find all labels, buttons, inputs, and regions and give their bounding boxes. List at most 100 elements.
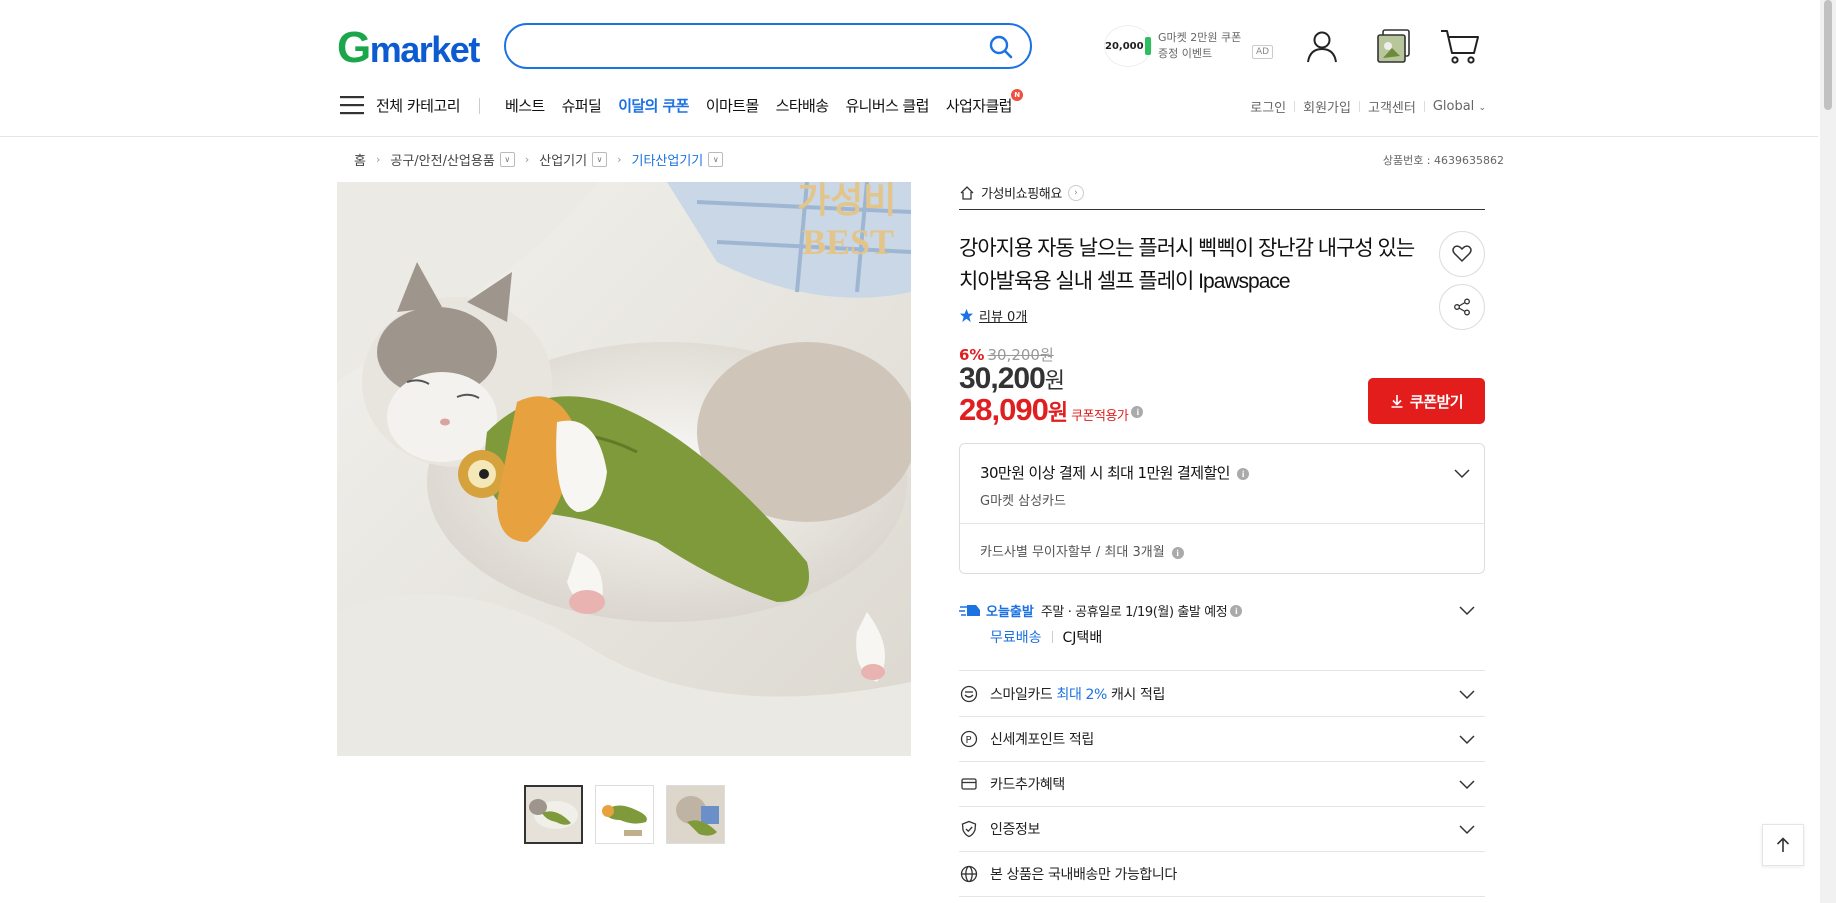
share-button[interactable] xyxy=(1439,284,1485,330)
info-icon[interactable]: i xyxy=(1236,467,1249,480)
nav-item-emart-mall[interactable]: 이마트몰 xyxy=(706,95,759,116)
card-discount-text: 30만원 이상 결제 시 최대 1만원 결제할인 i xyxy=(980,462,1249,483)
thumbnail-list xyxy=(524,785,725,844)
breadcrumb-category-2[interactable]: 산업기기 xyxy=(539,150,587,169)
search-bar xyxy=(504,23,1032,69)
dropdown-toggle-icon[interactable]: ∨ xyxy=(499,152,515,167)
card-extra-benefit-row[interactable]: 카드추가혜택 xyxy=(959,762,1485,807)
review-count: 리뷰 0개 xyxy=(979,310,1028,325)
today-dispatch: 오늘출발 주말 · 공휴일로 1/19(월) 출발 예정 i xyxy=(959,601,1243,620)
star-icon xyxy=(959,308,974,323)
certification-row[interactable]: 인증정보 xyxy=(959,807,1485,852)
promo-banner[interactable]: 20,000 G마켓 2만원 쿠폰 증정 이벤트 AD xyxy=(1104,22,1274,70)
thumbnail-1[interactable] xyxy=(524,785,583,844)
product-main-image[interactable]: 가성비 BEST xyxy=(337,182,911,756)
nav-item-superdeal[interactable]: 슈퍼딜 xyxy=(562,95,602,116)
card-name: G마켓 삼성카드 xyxy=(980,494,1066,509)
thumbnail-2[interactable] xyxy=(595,785,654,844)
promo-text: G마켓 2만원 쿠폰 증정 이벤트 xyxy=(1158,31,1242,60)
ad-badge: AD xyxy=(1252,45,1274,59)
image-caption-2: BEST xyxy=(802,222,894,262)
free-shipping: 무료배송 xyxy=(990,630,1042,646)
utility-links: 로그인 회원가입 고객센터 Global ⌄ xyxy=(1250,97,1486,116)
smile-card-text: 스마일카드 최대 2% 캐시 적립 xyxy=(990,687,1165,703)
today-dispatch-tag: 오늘출발 xyxy=(986,605,1034,620)
info-icon[interactable]: i xyxy=(1171,546,1184,559)
favorite-button[interactable] xyxy=(1439,231,1485,277)
user-icon[interactable] xyxy=(1302,26,1342,66)
chevron-right-icon: › xyxy=(375,153,381,166)
chevron-down-icon xyxy=(1459,780,1475,790)
nav-item-monthly-coupon[interactable]: 이달의 쿠폰 xyxy=(618,95,689,116)
promo-coupon-badge: 20,000 xyxy=(1104,25,1152,67)
dropdown-toggle-icon[interactable]: ∨ xyxy=(592,152,608,167)
get-coupon-button[interactable]: 쿠폰받기 xyxy=(1368,378,1485,424)
customer-center-link[interactable]: 고객센터 xyxy=(1368,97,1416,116)
info-icon[interactable]: i xyxy=(1131,405,1144,418)
smile-icon xyxy=(960,685,978,703)
new-badge: N xyxy=(1010,89,1023,101)
delivery-truck-icon xyxy=(959,604,980,616)
chevron-down-icon: ⌄ xyxy=(1478,103,1486,113)
chevron-down-icon[interactable] xyxy=(1453,464,1471,482)
domestic-shipping-row: 본 상품은 국내배송만 가능합니다 xyxy=(959,852,1485,897)
breadcrumb-home[interactable]: 홈 xyxy=(354,150,366,169)
smile-card-cash-row[interactable]: 스마일카드 최대 2% 캐시 적립 xyxy=(959,672,1485,717)
credit-card-icon xyxy=(961,778,977,790)
page-scrollbar[interactable] xyxy=(1820,0,1836,903)
thumbnail-3[interactable] xyxy=(666,785,725,844)
chevron-right-icon: › xyxy=(524,153,530,166)
nav-item-star-delivery[interactable]: 스타배송 xyxy=(776,95,829,116)
scroll-to-top-button[interactable] xyxy=(1762,824,1804,866)
search-icon[interactable] xyxy=(988,34,1014,60)
domestic-shipping-label: 본 상품은 국내배송만 가능합니다 xyxy=(990,867,1177,883)
chevron-right-icon: › xyxy=(617,153,622,166)
globe-icon xyxy=(960,865,978,883)
card-extra-benefit-label: 카드추가혜택 xyxy=(990,777,1065,793)
global-link[interactable]: Global ⌄ xyxy=(1433,99,1486,114)
shop-name: 가성비쇼핑해요 xyxy=(981,187,1062,202)
shield-check-icon xyxy=(961,820,977,838)
shinsegae-point-label: 신세계포인트 적립 xyxy=(990,732,1094,748)
courier-name: CJ택배 xyxy=(1062,630,1103,646)
shop-link[interactable]: 가성비쇼핑해요 › xyxy=(959,182,1485,210)
scrollbar-thumb[interactable] xyxy=(1824,0,1832,110)
product-number: 상품번호 : 4639635862 xyxy=(1382,154,1504,167)
info-icon[interactable]: i xyxy=(1230,604,1243,617)
coupon-price: 28,090원 쿠폰적용가 i xyxy=(959,392,1144,428)
coupon-price-label: 쿠폰적용가 xyxy=(1071,408,1129,423)
chevron-down-icon xyxy=(1459,690,1475,700)
product-info: 가성비쇼핑해요 › 강아지용 자동 날으는 플러시 삑삑이 장난감 내구성 있는… xyxy=(959,182,1485,897)
all-category-button[interactable]: 전체 카테고리 xyxy=(340,92,461,118)
nav-item-business-club[interactable]: 사업자클럽 N xyxy=(946,89,1023,116)
download-icon xyxy=(1391,395,1403,408)
chevron-down-icon[interactable] xyxy=(1458,601,1476,619)
chevron-down-icon xyxy=(1459,735,1475,745)
review-link[interactable]: 리뷰 0개 xyxy=(959,306,1027,325)
dropdown-toggle-icon[interactable]: ∨ xyxy=(708,152,724,167)
hamburger-icon xyxy=(340,96,364,115)
recent-view-icon[interactable] xyxy=(1374,26,1414,66)
site-header: Gmarket 20,000 G마켓 2만원 쿠폰 증정 이벤트 AD 전체 카… xyxy=(0,0,1818,137)
search-input[interactable] xyxy=(526,35,966,57)
signup-link[interactable]: 회원가입 xyxy=(1303,97,1351,116)
chevron-right-icon: › xyxy=(1067,184,1084,201)
shinsegae-point-row[interactable]: P 신세계포인트 적립 xyxy=(959,717,1485,762)
nav-item-best[interactable]: 베스트 xyxy=(505,95,545,116)
login-link[interactable]: 로그인 xyxy=(1250,97,1286,116)
cart-icon[interactable] xyxy=(1439,26,1479,66)
svg-text:P: P xyxy=(966,735,972,746)
breadcrumb: 홈 › 공구/안전/산업용품 ∨ › 산업기기 ∨ › 기타산업기기 ∨ xyxy=(354,150,724,169)
breadcrumb-category-1[interactable]: 공구/안전/산업용품 xyxy=(390,150,494,169)
card-benefit-box: 30만원 이상 결제 시 최대 1만원 결제할인 i G마켓 삼성카드 카드사별 … xyxy=(959,443,1485,574)
certification-label: 인증정보 xyxy=(990,822,1040,838)
chevron-down-icon xyxy=(1459,825,1475,835)
shipping-method: 무료배송 CJ택배 xyxy=(990,627,1102,647)
gmarket-logo[interactable]: Gmarket xyxy=(337,26,480,72)
nav-divider xyxy=(479,98,480,114)
sale-price: 30,200원 xyxy=(959,362,1065,395)
nav-item-universe-club[interactable]: 유니버스 클럽 xyxy=(845,95,929,116)
product-title: 강아지용 자동 날으는 플러시 삑삑이 장난감 내구성 있는 치아발육용 실내 … xyxy=(959,237,1415,293)
breadcrumb-category-3[interactable]: 기타산업기기 xyxy=(631,150,703,169)
shipping-info: 오늘출발 주말 · 공휴일로 1/19(월) 출발 예정 i 무료배송 CJ택배 xyxy=(959,600,1485,671)
